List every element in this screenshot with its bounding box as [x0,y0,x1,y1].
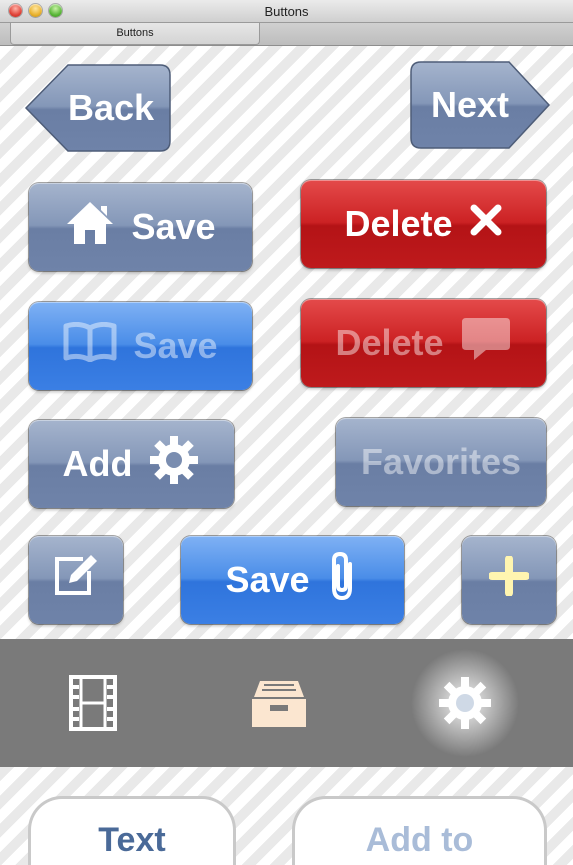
delete-chat-button[interactable]: Delete [301,299,546,387]
add-plus-button[interactable] [462,536,556,624]
delete-x-button[interactable]: Delete [301,180,546,268]
gear-icon [148,434,200,495]
content-area: Back Next Save Delete Save Delete Add Fa… [0,46,573,865]
text-tab-label: Text [98,821,166,859]
add-gear-button[interactable]: Add [29,420,234,508]
home-icon [65,200,115,255]
add-to-tab-label: Add to [365,821,474,859]
next-button[interactable]: Next [409,60,551,150]
film-icon[interactable] [69,675,117,731]
tab-buttons[interactable]: Buttons [10,23,260,45]
book-icon [63,321,117,371]
gear-tab-icon[interactable] [437,675,493,731]
tab-strip: Buttons [0,23,573,46]
delete-x-label: Delete [344,203,453,244]
icon-toolbar [0,639,573,767]
favorites-button[interactable]: Favorites [336,418,546,506]
back-button[interactable]: Back [24,63,172,153]
favorites-label: Favorites [360,441,522,482]
edit-button[interactable] [29,536,123,624]
next-button-label: Next [431,84,510,125]
paperclip-icon [326,550,360,611]
window-titlebar: Buttons [0,0,573,23]
inbox-icon[interactable] [250,677,308,729]
back-button-label: Back [68,87,155,128]
compose-icon [51,553,101,608]
add-gear-label: Add [62,443,133,484]
save-home-button[interactable]: Save [29,183,252,271]
chat-bubble-icon [460,316,512,371]
save-book-button[interactable]: Save [29,302,252,390]
save-clip-label: Save [225,559,310,600]
delete-chat-label: Delete [335,322,444,363]
save-clip-button[interactable]: Save [181,536,404,624]
window-title: Buttons [264,4,309,19]
text-tab-button[interactable]: Text [28,796,236,865]
save-book-label: Save [133,325,218,366]
close-icon [469,203,503,246]
plus-icon [488,554,530,605]
add-to-tab-button[interactable]: Add to [292,796,547,865]
save-home-label: Save [131,206,216,247]
